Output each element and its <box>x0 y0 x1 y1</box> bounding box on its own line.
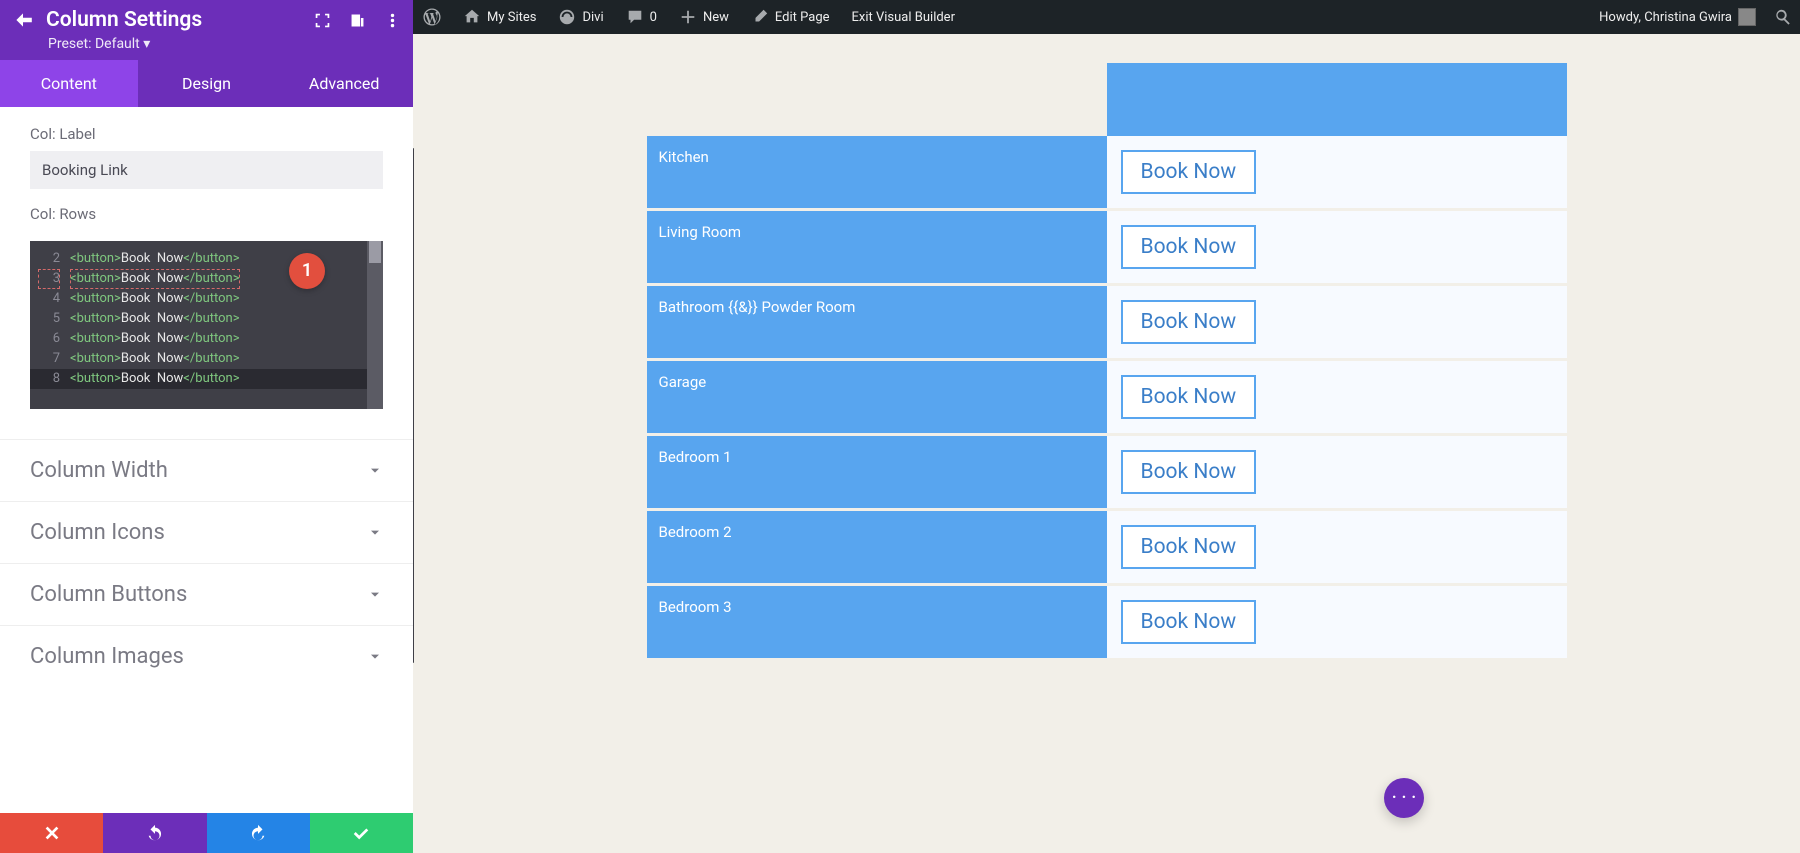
code-line[interactable]: 8<button>Book Now</button> <box>30 369 383 389</box>
wp-logo-menu[interactable] <box>413 0 451 34</box>
book-now-button[interactable]: Book Now <box>1121 375 1257 419</box>
table-row-label: Kitchen <box>647 136 1107 208</box>
annotation-marker: 1 <box>289 253 325 289</box>
undo-button[interactable] <box>103 813 206 853</box>
page-canvas: KitchenLiving RoomBathroom {{&}} Powder … <box>413 34 1800 853</box>
kebab-icon[interactable] <box>384 12 401 29</box>
code-line[interactable]: 5<button>Book Now</button> <box>30 309 383 329</box>
check-icon <box>352 824 370 842</box>
table-row: Book Now <box>1107 136 1567 208</box>
edit-page-menu[interactable]: Edit Page <box>741 0 840 34</box>
table-header-right <box>1107 63 1567 136</box>
table-row-label: Garage <box>647 361 1107 433</box>
divi-fab-button[interactable]: ··· <box>1384 778 1424 818</box>
wordpress-icon <box>423 8 441 26</box>
col-label-label: Col: Label <box>30 125 383 143</box>
tab-content[interactable]: Content <box>0 60 138 107</box>
code-editor[interactable]: 2<button>Book Now</button>3<button>Book … <box>30 241 383 409</box>
table-row: Book Now <box>1107 361 1567 433</box>
col-label-input[interactable] <box>30 151 383 189</box>
accordion-column-icons[interactable]: Column Icons <box>0 501 413 563</box>
user-menu[interactable]: Howdy, Christina Gwira <box>1589 0 1766 34</box>
site-menu[interactable]: Divi <box>548 0 613 34</box>
site-label: Divi <box>582 10 603 25</box>
panel-header: Column Settings Preset: Default ▾ <box>0 0 413 60</box>
tab-bar: Content Design Advanced <box>0 60 413 107</box>
book-now-button[interactable]: Book Now <box>1121 450 1257 494</box>
table-row-label: Living Room <box>647 211 1107 283</box>
code-line[interactable]: 2<button>Book Now</button> <box>30 249 383 269</box>
new-menu[interactable]: New <box>669 0 739 34</box>
table-row-label: Bedroom 3 <box>647 586 1107 658</box>
dots-icon: ··· <box>1391 786 1420 811</box>
redo-button[interactable] <box>207 813 310 853</box>
avatar <box>1738 8 1756 26</box>
accordion-column-images[interactable]: Column Images <box>0 625 413 687</box>
edit-page-label: Edit Page <box>775 10 830 25</box>
tab-advanced[interactable]: Advanced <box>275 60 413 107</box>
code-line[interactable]: 7<button>Book Now</button> <box>30 349 383 369</box>
book-now-button[interactable]: Book Now <box>1121 150 1257 194</box>
undo-icon <box>146 824 164 842</box>
chevron-down-icon <box>367 587 383 603</box>
gauge-icon <box>558 8 576 26</box>
redo-icon <box>249 824 267 842</box>
table-header-left <box>647 63 1107 136</box>
back-icon[interactable] <box>12 9 34 31</box>
close-icon <box>43 824 61 842</box>
preset-indicator[interactable]: Preset: Default ▾ <box>48 36 401 52</box>
book-now-button[interactable]: Book Now <box>1121 600 1257 644</box>
chevron-down-icon <box>367 463 383 479</box>
my-sites-menu[interactable]: My Sites <box>453 0 546 34</box>
new-label: New <box>703 10 729 25</box>
page-title: Column Settings <box>46 8 302 32</box>
panel-footer <box>0 813 413 853</box>
table-row: Book Now <box>1107 211 1567 283</box>
book-now-button[interactable]: Book Now <box>1121 225 1257 269</box>
search-icon[interactable] <box>1774 8 1792 26</box>
exit-visual-builder[interactable]: Exit Visual Builder <box>842 0 965 34</box>
preview-table: KitchenLiving RoomBathroom {{&}} Powder … <box>647 63 1567 658</box>
code-line[interactable]: 4<button>Book Now</button> <box>30 289 383 309</box>
house-icon <box>463 8 481 26</box>
table-row-label: Bedroom 1 <box>647 436 1107 508</box>
book-now-button[interactable]: Book Now <box>1121 525 1257 569</box>
save-button[interactable] <box>310 813 413 853</box>
table-row: Book Now <box>1107 286 1567 358</box>
responsive-icon[interactable] <box>349 12 366 29</box>
table-row: Book Now <box>1107 436 1567 508</box>
settings-panel: Column Settings Preset: Default ▾ Conten… <box>0 0 413 853</box>
code-line[interactable]: 6<button>Book Now</button> <box>30 329 383 349</box>
scrollbar[interactable] <box>367 241 383 409</box>
exit-label: Exit Visual Builder <box>852 10 955 25</box>
cancel-button[interactable] <box>0 813 103 853</box>
chevron-down-icon <box>367 649 383 665</box>
tab-design[interactable]: Design <box>138 60 276 107</box>
accordion-column-width[interactable]: Column Width <box>0 439 413 501</box>
plus-icon <box>679 8 697 26</box>
my-sites-label: My Sites <box>487 10 536 25</box>
howdy-label: Howdy, Christina Gwira <box>1599 10 1732 25</box>
book-now-button[interactable]: Book Now <box>1121 300 1257 344</box>
focus-icon[interactable] <box>314 12 331 29</box>
code-line[interactable]: 3<button>Book Now</button> <box>30 269 383 289</box>
chevron-down-icon <box>367 525 383 541</box>
accordion-column-buttons[interactable]: Column Buttons <box>0 563 413 625</box>
table-row-label: Bedroom 2 <box>647 511 1107 583</box>
pencil-icon <box>751 8 769 26</box>
table-row-label: Bathroom {{&}} Powder Room <box>647 286 1107 358</box>
table-row: Book Now <box>1107 586 1567 658</box>
col-rows-label: Col: Rows <box>30 205 383 223</box>
comments-menu[interactable]: 0 <box>616 0 667 34</box>
table-row: Book Now <box>1107 511 1567 583</box>
comment-icon <box>626 8 644 26</box>
comments-count: 0 <box>650 10 657 25</box>
